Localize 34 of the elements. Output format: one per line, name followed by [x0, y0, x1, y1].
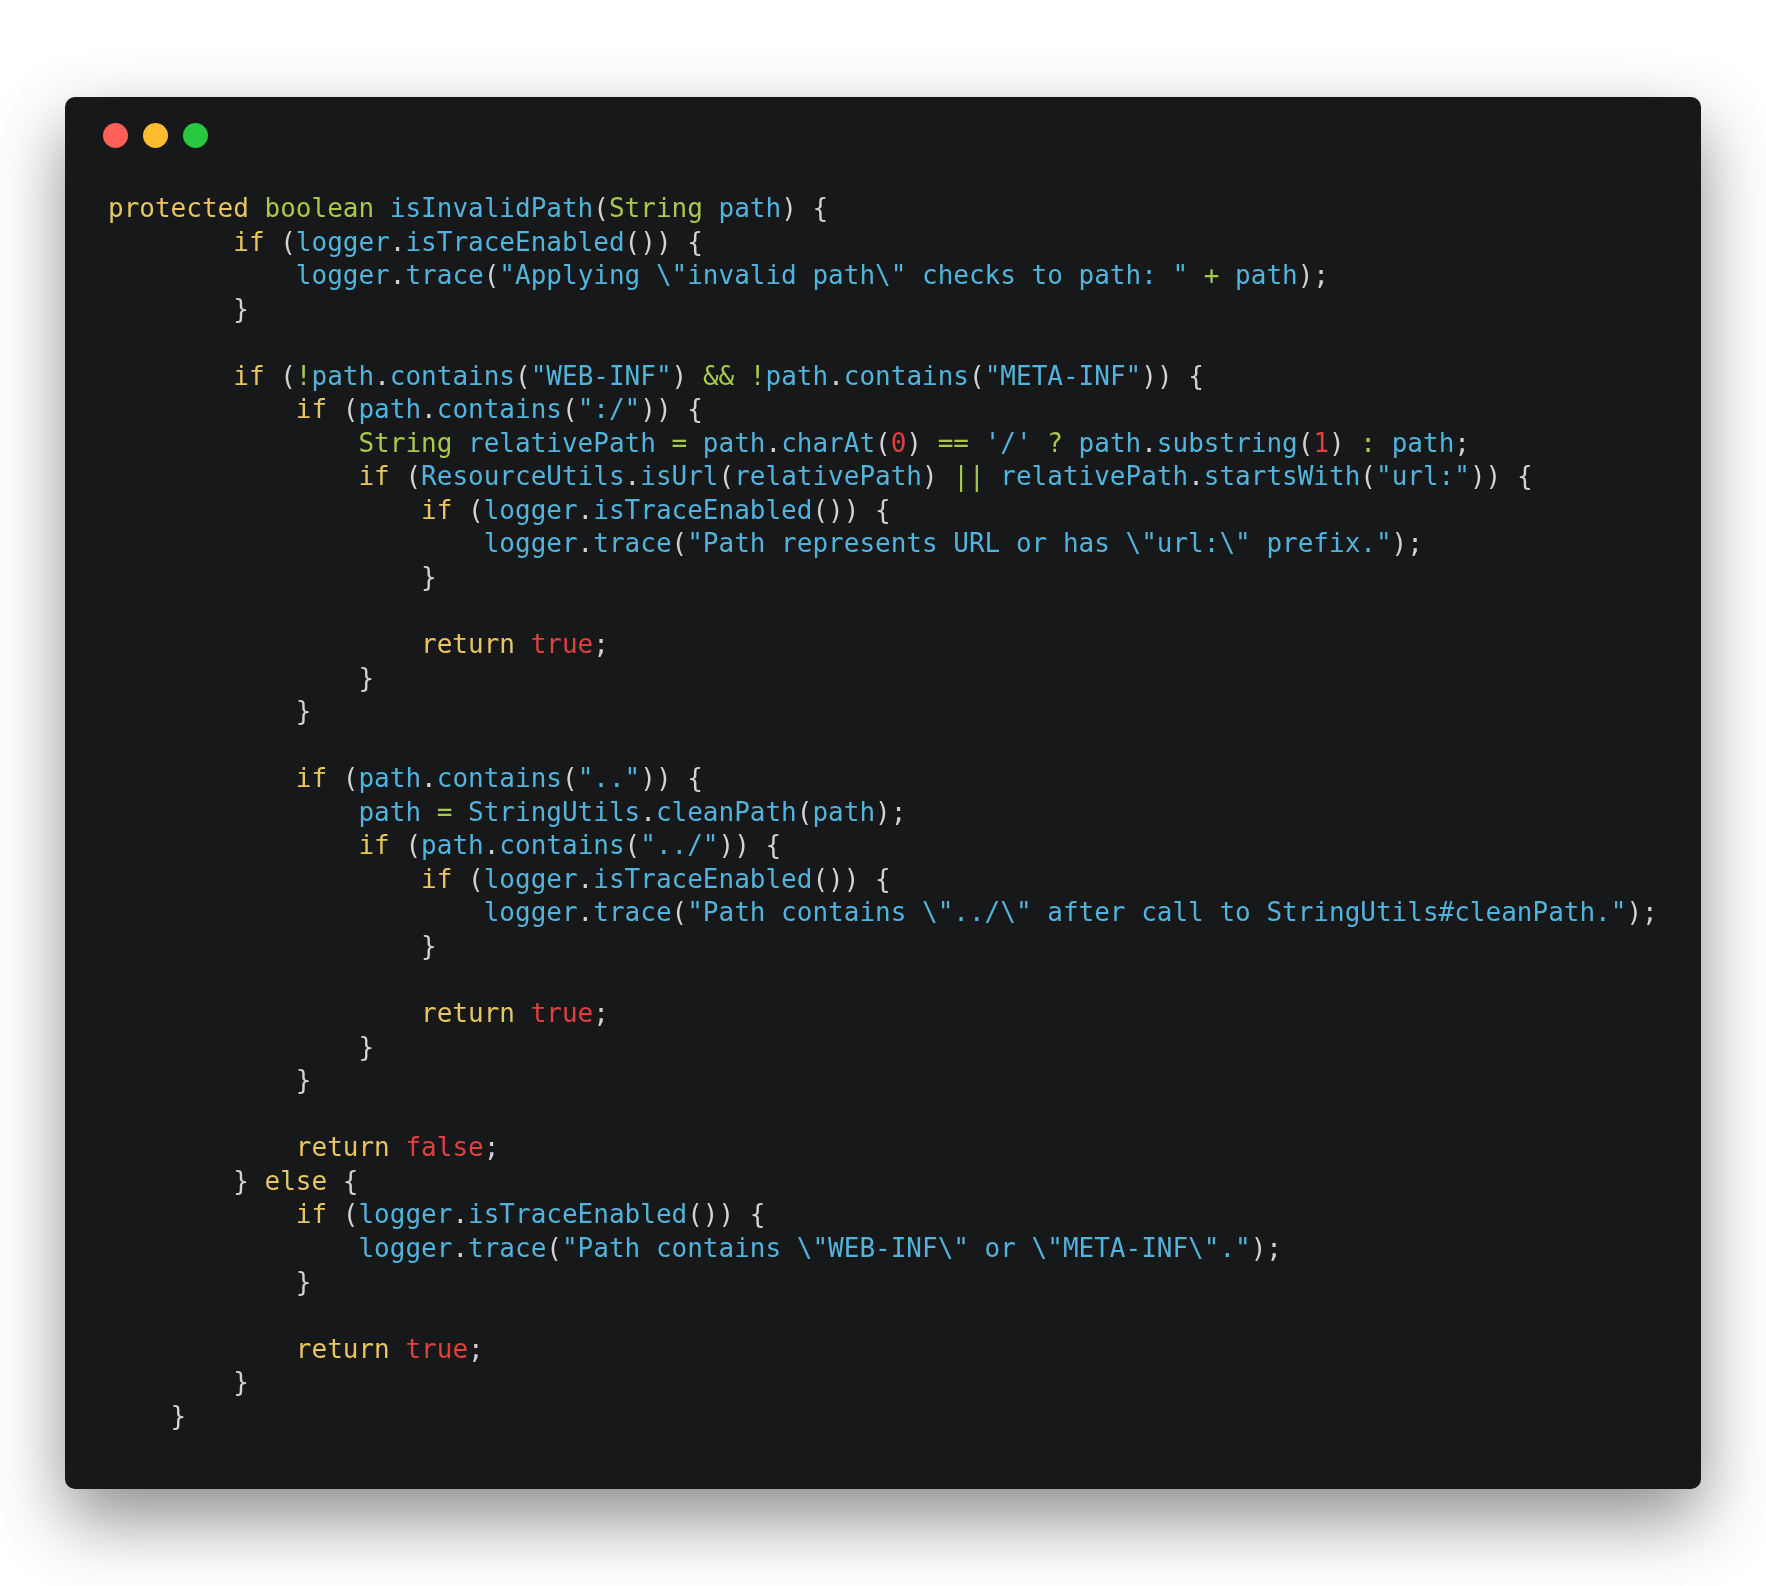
code-line: }: [420, 930, 437, 964]
code-line: logger.trace("Path represents URL or has \"url:\" prefix.");: [482, 527, 1423, 561]
code-line: if (ResourceUtils.isUrl(relativePath) || relativePath.startsWith("url:")) {: [357, 460, 1533, 494]
code-line: }: [294, 695, 312, 729]
code-line: if (path.contains("../")) {: [357, 829, 782, 863]
code-line: return true;: [294, 1332, 484, 1366]
code-line: if (logger.isTraceEnabled()) {: [420, 862, 891, 896]
code-line: } else {: [232, 1164, 359, 1198]
code-line: logger.trace("Applying \"invalid path\" checks to path: " + path);: [294, 259, 1329, 293]
minimize-dot: [143, 123, 168, 148]
code-line: if (path.contains("..")) {: [294, 762, 703, 796]
code-line: }: [232, 292, 249, 326]
code-line: }: [294, 1265, 312, 1299]
code-line: logger.trace("Path contains \"../\" after call to StringUtils#cleanPath.");: [482, 896, 1658, 930]
code-line: String relativePath = path.charAt(0) == '/' ? path.substring(1) : path;: [357, 426, 1470, 460]
code-line: if (logger.isTraceEnabled()) {: [420, 493, 891, 527]
code-line: return false;: [294, 1131, 500, 1165]
zoom-dot: [183, 123, 208, 148]
code-line: if (path.contains(":/")) {: [294, 393, 703, 427]
code-line: }: [169, 1399, 187, 1433]
code-line: }: [357, 1030, 375, 1064]
code-line: }: [294, 1064, 312, 1098]
code-line: path = StringUtils.cleanPath(path);: [357, 795, 907, 829]
code-line: logger.trace("Path contains \"WEB-INF\" or \"META-INF\".");: [357, 1231, 1283, 1265]
code-line: protected boolean isInvalidPath(String path) {: [108, 192, 829, 225]
code-line: }: [232, 1366, 249, 1400]
code-line: if (!path.contains("WEB-INF") && !path.contains("META-INF")) {: [232, 359, 1204, 393]
code-line: return true;: [420, 628, 609, 662]
code-line: }: [420, 561, 437, 594]
code-line: if (logger.isTraceEnabled()) {: [232, 225, 703, 259]
code-line: }: [357, 661, 375, 695]
code-line: if (logger.isTraceEnabled()) {: [294, 1198, 766, 1232]
close-dot: [103, 123, 128, 148]
code-line: return true;: [420, 997, 609, 1031]
